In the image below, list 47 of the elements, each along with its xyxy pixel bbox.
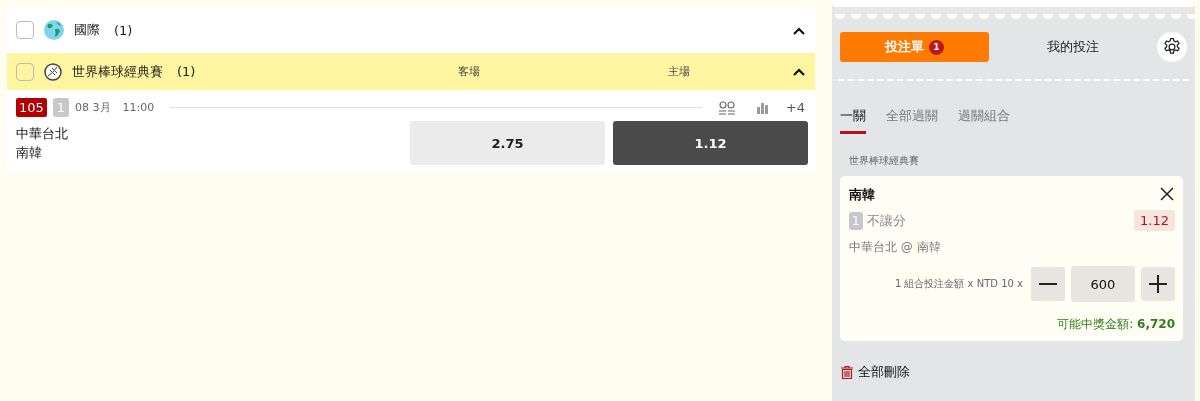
- baseball-icon: [44, 62, 62, 81]
- odds-button[interactable]: 2.75: [410, 121, 605, 165]
- delete-all-button[interactable]: 全部刪除: [832, 341, 1195, 381]
- checkbox[interactable]: [16, 62, 34, 81]
- league-header[interactable]: 世界棒球經典賽 (1) 客場 主場: [7, 53, 815, 90]
- people-icon[interactable]: [717, 100, 736, 115]
- settings-icon: [1162, 37, 1183, 57]
- odds-button[interactable]: 1.12: [613, 121, 808, 165]
- caret-up-icon[interactable]: [793, 26, 805, 35]
- stake-input[interactable]: 600: [1071, 266, 1135, 302]
- match-time: 11:00: [122, 101, 155, 114]
- odds-value: 1.12: [1134, 210, 1175, 231]
- tab[interactable]: 投注單 1: [840, 32, 989, 62]
- match-number: 105: [16, 98, 47, 117]
- region-count: (1): [114, 22, 133, 38]
- region-name: 國際: [74, 21, 100, 39]
- selection-name: 南韓: [849, 186, 875, 204]
- trash-icon: [841, 365, 853, 379]
- minus-icon: [1039, 283, 1057, 285]
- match-name: 中華台北 @ 南韓: [849, 239, 942, 256]
- bar-chart-icon[interactable]: [755, 101, 770, 114]
- tab[interactable]: 我的投注: [998, 32, 1148, 62]
- match-date: 08 3月: [75, 100, 111, 115]
- close-button[interactable]: [1159, 187, 1175, 203]
- stake-label: 1 組合投注金額 x NTD 10 x: [894, 277, 1023, 291]
- column-header: 客場: [457, 64, 481, 79]
- league-label: 世界棒球經典賽: [848, 154, 920, 168]
- count-badge: 1: [928, 39, 944, 55]
- market-name: 不讓分: [866, 211, 907, 230]
- mode-tab[interactable]: 過關組合: [958, 107, 1010, 134]
- plus-icon: [1149, 275, 1167, 293]
- mode-tab[interactable]: 一關: [840, 107, 866, 134]
- mode-tab[interactable]: 全部過關: [886, 107, 938, 134]
- potential-payout: 可能中獎金額: 6,720: [1056, 316, 1175, 333]
- team-name: 中華台北: [16, 124, 69, 143]
- column-header: 主場: [667, 64, 691, 79]
- league-name: 世界棒球經典賽: [72, 62, 163, 81]
- globe-icon: [44, 20, 64, 40]
- plus-button[interactable]: [1141, 267, 1175, 301]
- close-icon: [1160, 187, 1174, 201]
- checkbox[interactable]: [16, 21, 34, 39]
- more-markets-link[interactable]: +4: [785, 100, 805, 115]
- team-name: 南韓: [16, 143, 43, 162]
- minus-button[interactable]: [1031, 267, 1065, 301]
- caret-up-icon[interactable]: [793, 68, 805, 76]
- settings-button[interactable]: [1157, 32, 1187, 62]
- league-count: (1): [177, 64, 196, 79]
